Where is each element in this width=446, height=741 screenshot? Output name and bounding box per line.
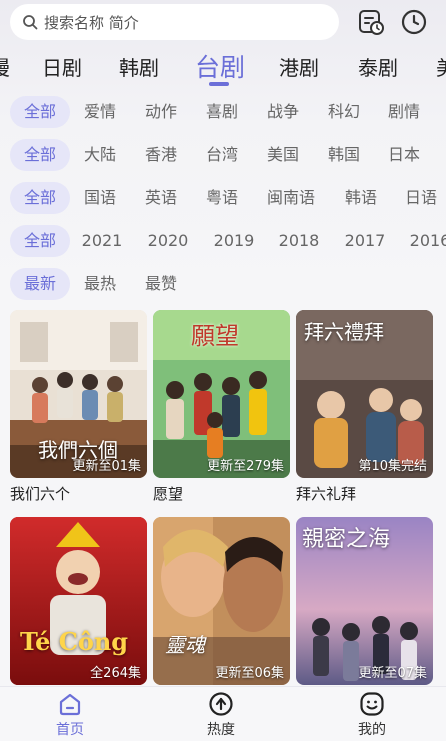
region-chip[interactable]: 台湾 [202, 139, 242, 171]
language-chip[interactable]: 国语 [80, 182, 120, 214]
profile-icon [360, 692, 384, 716]
show-poster[interactable]: 我們六個 更新至01集 [10, 310, 147, 478]
show-card[interactable]: 靈魂 更新至06集 [153, 517, 290, 690]
poster-title-art: 拜六禮拜 [304, 320, 384, 344]
region-chip[interactable]: 日本 [384, 139, 424, 171]
show-poster[interactable]: Té Công 全264集 [10, 517, 147, 685]
show-card[interactable]: Té Công 全264集 [10, 517, 147, 690]
language-chip[interactable]: 粤语 [202, 182, 242, 214]
region-chip[interactable]: 大陆 [80, 139, 120, 171]
tab-korean-drama[interactable]: 韩剧 [119, 52, 159, 81]
tab-anime[interactable]: 漫 [0, 52, 10, 81]
sort-chip[interactable]: 最赞 [141, 268, 181, 300]
tab-hk-drama[interactable]: 港剧 [279, 52, 319, 81]
tab-taiwan-drama[interactable]: 台剧 [195, 48, 245, 84]
language-chip[interactable]: 日语 [401, 182, 441, 214]
bottom-nav: 首页 热度 我的 [0, 686, 446, 741]
episode-badge: 第10集完结 [358, 459, 427, 474]
nav-home-label: 首页 [56, 722, 84, 738]
show-card[interactable]: 拜六禮拜 第10集完结 拜六礼拜 [296, 310, 433, 504]
language-chip[interactable]: 闽南语 [262, 182, 320, 214]
poster-title-art: 親密之海 [302, 527, 391, 552]
search-input[interactable]: 搜索名称 简介 [10, 4, 339, 40]
year-chip[interactable]: 2020 [146, 225, 190, 257]
genre-chip[interactable]: 喜剧 [202, 96, 242, 128]
show-card[interactable]: 親密之海 更新至07集 [296, 517, 433, 690]
language-chip[interactable]: 全部 [10, 182, 70, 214]
year-chip[interactable]: 2019 [212, 225, 256, 257]
tab-thai-drama[interactable]: 泰剧 [358, 52, 398, 81]
year-chip[interactable]: 2021 [80, 225, 124, 257]
sort-chip[interactable]: 最新 [10, 268, 70, 300]
language-chip[interactable]: 英语 [141, 182, 181, 214]
year-chip[interactable]: 全部 [10, 225, 70, 257]
region-chip[interactable]: 美国 [263, 139, 303, 171]
show-poster[interactable]: 靈魂 更新至06集 [153, 517, 290, 685]
nav-profile[interactable]: 我的 [342, 691, 402, 739]
history-icon[interactable] [357, 8, 385, 36]
poster-art [10, 517, 147, 685]
show-poster[interactable]: 拜六禮拜 第10集完结 [296, 310, 433, 478]
genre-chip[interactable]: 战争 [263, 96, 303, 128]
region-chip[interactable]: 香港 [141, 139, 181, 171]
poster-title-art: Té Công [20, 627, 129, 656]
active-tab-indicator [209, 82, 229, 86]
show-card[interactable]: 願望 更新至279集 愿望 [153, 310, 290, 504]
nav-trending-label: 热度 [207, 722, 235, 738]
genre-chip[interactable]: 爱情 [80, 96, 120, 128]
genre-chip[interactable]: 科幻 [324, 96, 364, 128]
sort-chip[interactable]: 最热 [80, 268, 120, 300]
clock-icon[interactable] [400, 8, 428, 36]
year-chip[interactable]: 2017 [343, 225, 387, 257]
episode-badge: 更新至07集 [358, 666, 427, 681]
episode-badge: 全264集 [90, 666, 141, 681]
poster-art [153, 517, 290, 685]
tab-us-drama[interactable]: 美 [436, 52, 446, 81]
nav-trending[interactable]: 热度 [191, 691, 251, 739]
region-filter-row: 全部 大陆 香港 台湾 美国 韩国 日本 [0, 139, 446, 173]
language-chip[interactable]: 韩语 [341, 182, 381, 214]
show-title: 我们六个 [10, 485, 71, 503]
top-bar: 搜索名称 简介 [0, 0, 446, 46]
nav-home[interactable]: 首页 [40, 691, 100, 739]
sort-filter-row: 最新 最热 最赞 [0, 268, 446, 302]
show-poster[interactable]: 願望 更新至279集 [153, 310, 290, 478]
show-card[interactable]: 我們六個 更新至01集 我们六个 [10, 310, 147, 504]
home-icon [59, 693, 81, 716]
nav-profile-label: 我的 [358, 722, 386, 738]
poster-title-art: 願望 [191, 322, 239, 350]
genre-chip[interactable]: 动作 [141, 96, 181, 128]
episode-badge: 更新至01集 [72, 459, 141, 474]
tab-japanese-drama[interactable]: 日剧 [42, 52, 82, 81]
year-chip[interactable]: 2016 [408, 225, 446, 257]
year-chip[interactable]: 2018 [277, 225, 321, 257]
show-title: 拜六礼拜 [296, 485, 357, 503]
poster-title-art: 靈魂 [165, 633, 205, 657]
year-filter-row: 全部 2021 2020 2019 2018 2017 2016 [0, 225, 446, 259]
show-title: 愿望 [153, 485, 184, 503]
genre-filter-row: 全部 爱情 动作 喜剧 战争 科幻 剧情 [0, 96, 446, 130]
episode-badge: 更新至279集 [207, 459, 284, 474]
search-placeholder: 搜索名称 简介 [44, 13, 139, 32]
search-icon [23, 15, 38, 30]
episode-badge: 更新至06集 [215, 666, 284, 681]
trending-icon [209, 692, 233, 716]
genre-chip[interactable]: 剧情 [384, 96, 424, 128]
language-filter-row: 全部 国语 英语 粤语 闽南语 韩语 日语 [0, 182, 446, 216]
region-chip[interactable]: 韩国 [324, 139, 364, 171]
show-poster[interactable]: 親密之海 更新至07集 [296, 517, 433, 685]
region-chip[interactable]: 全部 [10, 139, 70, 171]
genre-chip[interactable]: 全部 [10, 96, 70, 128]
